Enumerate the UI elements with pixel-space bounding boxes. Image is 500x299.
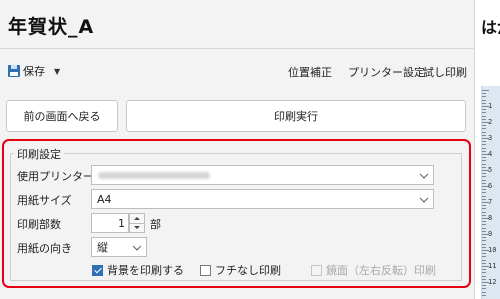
ruler-label: 7 <box>488 198 493 206</box>
ruler-tick <box>482 99 486 101</box>
ruler-tick <box>482 189 486 191</box>
ruler-label: 11 <box>488 262 497 270</box>
floppy-disk-icon <box>8 65 20 77</box>
ruler-tick <box>482 262 486 264</box>
ruler-tick <box>482 112 486 114</box>
ruler-label: 10 <box>488 246 497 254</box>
ruler-tick <box>482 134 486 136</box>
ruler-tick <box>482 109 486 111</box>
ruler-tick <box>482 128 486 130</box>
header-divider <box>0 48 474 49</box>
vertical-ruler: 1 2 3 4 5 6 7 8 9 10 11 12 <box>481 86 500 299</box>
ruler-label: 5 <box>488 166 493 174</box>
ruler-tick <box>482 93 486 95</box>
ruler-tick <box>482 195 486 197</box>
ruler-tick <box>482 160 486 162</box>
ruler-tick <box>482 176 486 178</box>
ruler-tick <box>482 214 486 216</box>
ruler-label: 4 <box>488 150 493 158</box>
ruler-tick <box>482 291 486 293</box>
position-adjust-link[interactable]: 位置補正 <box>288 64 332 80</box>
ruler-tick <box>482 211 486 213</box>
ruler-tick <box>482 253 486 255</box>
back-button[interactable]: 前の画面へ戻る <box>6 100 118 132</box>
save-button[interactable]: 保存 ▼ <box>8 62 60 80</box>
highlight-frame <box>2 139 471 288</box>
ruler-tick <box>482 163 486 165</box>
ruler-tick <box>482 205 486 207</box>
ruler-label: 6 <box>488 182 493 190</box>
dropdown-arrow-icon[interactable]: ▼ <box>54 67 60 76</box>
ruler-tick <box>482 285 486 287</box>
ruler-label: 8 <box>488 214 493 222</box>
ruler-tick <box>482 237 486 239</box>
ruler-tick <box>482 208 486 210</box>
ruler-tick <box>482 243 486 245</box>
ruler-tick <box>482 192 486 194</box>
ruler-tick <box>482 90 489 91</box>
ruler-tick <box>482 294 486 296</box>
ruler-tick <box>482 173 486 175</box>
ruler-tick <box>482 278 486 280</box>
save-label: 保存 <box>23 65 45 78</box>
ruler-tick <box>482 150 486 152</box>
ruler-tick <box>482 227 486 229</box>
ruler-tick <box>482 125 486 127</box>
ruler-label: 3 <box>488 134 493 142</box>
ruler-tick <box>482 166 486 168</box>
ruler-tick <box>482 147 486 149</box>
ruler-tick <box>482 96 486 98</box>
ruler-tick <box>482 221 486 223</box>
ruler-label: 1 <box>488 102 493 110</box>
print-execute-button[interactable]: 印刷実行 <box>126 100 466 132</box>
preview-title: はが <box>481 18 500 37</box>
ruler-tick <box>482 272 486 274</box>
ruler-tick <box>482 179 486 181</box>
ruler-tick <box>482 256 486 258</box>
printer-settings-link[interactable]: プリンター設定 <box>348 64 425 80</box>
ruler-tick <box>482 246 486 248</box>
ruler-tick <box>482 259 486 261</box>
ruler-tick <box>482 288 486 290</box>
ruler-tick <box>482 182 486 184</box>
ruler-tick <box>482 240 486 242</box>
ruler-label: 2 <box>488 118 493 126</box>
test-print-link[interactable]: 試し印刷 <box>423 64 467 80</box>
ruler-tick <box>482 115 486 117</box>
ruler-tick <box>482 118 486 120</box>
page-title: 年賀状_A <box>8 16 95 38</box>
ruler-tick <box>482 144 486 146</box>
ruler-tick <box>482 269 486 271</box>
ruler-tick <box>482 275 486 277</box>
ruler-label: 9 <box>488 230 493 238</box>
ruler-tick <box>482 224 486 226</box>
ruler-tick <box>482 157 486 159</box>
ruler-tick <box>482 102 486 104</box>
ruler-label: 12 <box>488 278 497 286</box>
ruler-tick <box>482 230 486 232</box>
ruler-tick <box>482 198 486 200</box>
ruler-tick <box>482 131 486 133</box>
ruler-tick <box>482 141 486 143</box>
